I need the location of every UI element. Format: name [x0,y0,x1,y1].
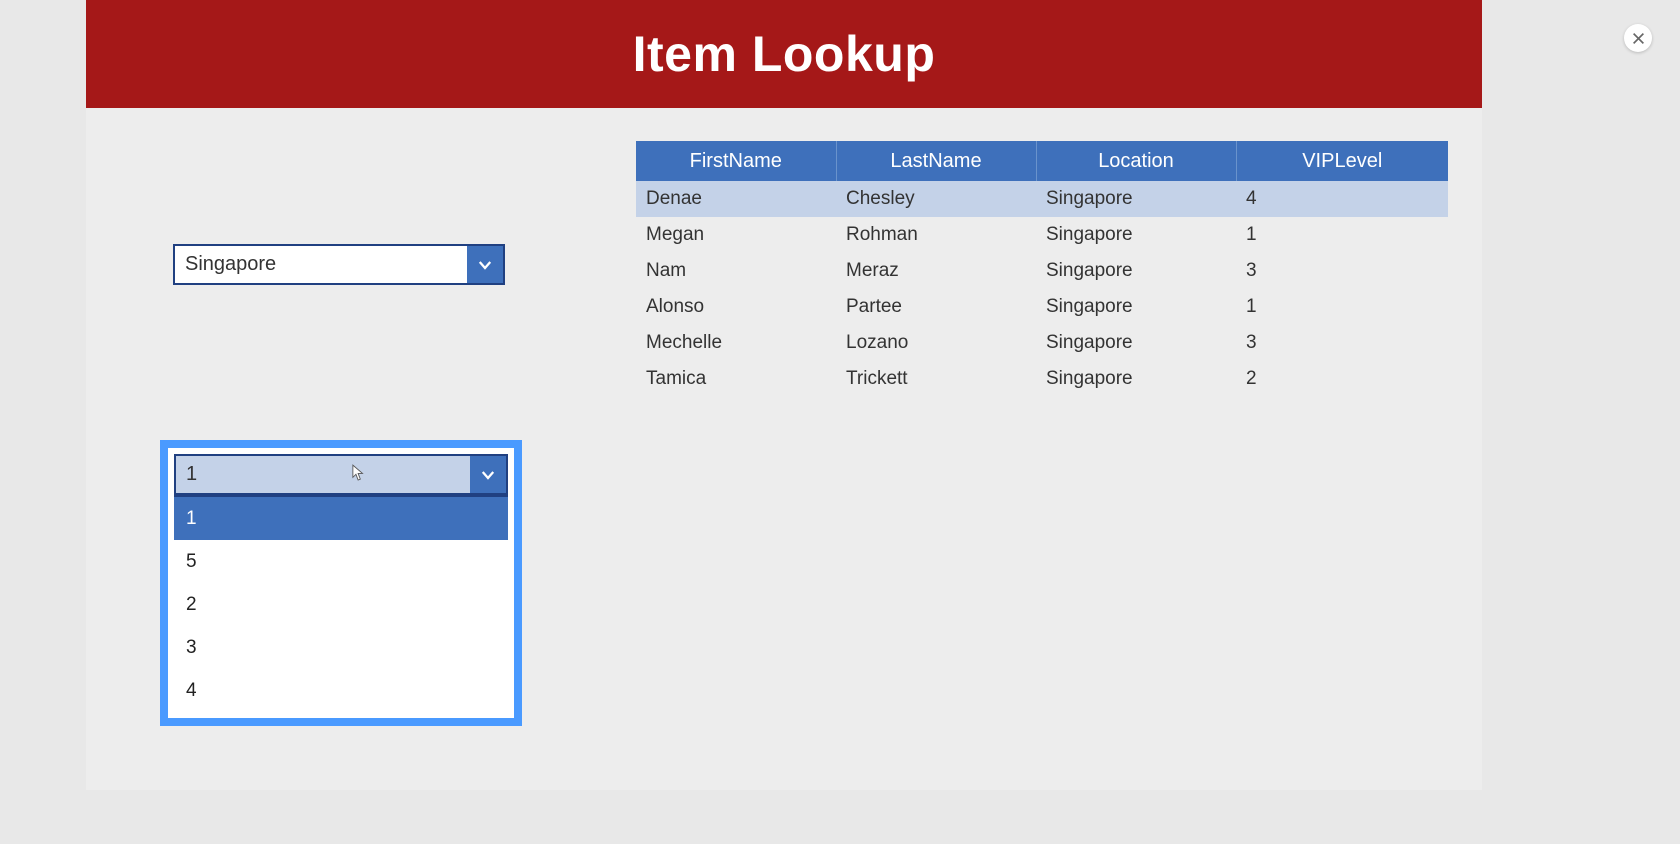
chevron-down-icon [470,456,506,493]
table-cell: Tamica [636,361,836,397]
app-window: Item Lookup Singapore 1 15234 FirstName [86,0,1482,790]
table-cell: Singapore [1036,361,1236,397]
table-cell: Chesley [836,181,1036,217]
vip-dropdown-value-text: 1 [186,463,197,486]
table-cell: Nam [636,253,836,289]
table-cell: Singapore [1036,253,1236,289]
table-row[interactable]: DenaeChesleySingapore4 [636,181,1448,217]
vip-dropdown-option[interactable]: 5 [174,540,508,583]
col-header-firstname[interactable]: FirstName [636,141,836,181]
table-cell: 3 [1236,253,1448,289]
col-header-lastname[interactable]: LastName [836,141,1036,181]
table-cell: 3 [1236,325,1448,361]
table-cell: Megan [636,217,836,253]
table-row[interactable]: NamMerazSingapore3 [636,253,1448,289]
table-cell: Partee [836,289,1036,325]
table-cell: Lozano [836,325,1036,361]
col-header-location[interactable]: Location [1036,141,1236,181]
table-cell: Singapore [1036,181,1236,217]
table-cell: Singapore [1036,217,1236,253]
vip-dropdown-list: 15234 [174,495,508,712]
table-cell: Denae [636,181,836,217]
table-cell: Rohman [836,217,1036,253]
vip-dropdown-value: 1 [176,456,470,493]
table-header-row: FirstName LastName Location VIPLevel [636,141,1448,181]
vip-dropdown-option[interactable]: 2 [174,583,508,626]
page-title: Item Lookup [633,25,936,83]
table-cell: Alonso [636,289,836,325]
table-cell: Trickett [836,361,1036,397]
table-cell: 4 [1236,181,1448,217]
vip-dropdown[interactable]: 1 [174,454,508,495]
location-dropdown[interactable]: Singapore [173,244,505,285]
close-button[interactable] [1624,24,1652,52]
table-cell: Singapore [1036,289,1236,325]
table-cell: Meraz [836,253,1036,289]
header-bar: Item Lookup [86,0,1482,108]
vip-dropdown-option[interactable]: 4 [174,669,508,712]
close-icon [1632,32,1645,45]
table-row[interactable]: TamicaTrickettSingapore2 [636,361,1448,397]
table-cell: Singapore [1036,325,1236,361]
table-cell: Mechelle [636,325,836,361]
vip-dropdown-option[interactable]: 1 [174,497,508,540]
table-row[interactable]: MechelleLozanoSingapore3 [636,325,1448,361]
location-dropdown-value: Singapore [175,246,467,283]
table-cell: 1 [1236,289,1448,325]
vip-dropdown-highlight-frame: 1 15234 [160,440,522,726]
vip-dropdown-option[interactable]: 3 [174,626,508,669]
cursor-icon [352,464,366,482]
col-header-viplevel[interactable]: VIPLevel [1236,141,1448,181]
table-cell: 1 [1236,217,1448,253]
table-row[interactable]: AlonsoParteeSingapore1 [636,289,1448,325]
chevron-down-icon [467,246,503,283]
results-table: FirstName LastName Location VIPLevel Den… [636,141,1448,397]
table-row[interactable]: MeganRohmanSingapore1 [636,217,1448,253]
table-cell: 2 [1236,361,1448,397]
